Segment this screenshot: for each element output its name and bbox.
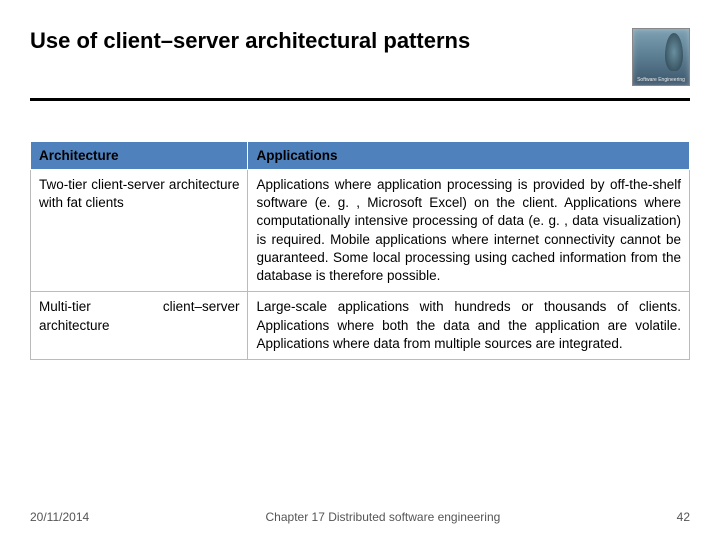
- logo-caption: Software Engineering: [635, 77, 687, 83]
- slide-title: Use of client–server architectural patte…: [30, 28, 470, 54]
- gherkin-icon: [665, 33, 683, 71]
- table-row: Multi-tier client–server architecture La…: [31, 292, 690, 360]
- apps-cell: Large-scale applications with hundreds o…: [248, 292, 690, 360]
- col-architecture: Architecture: [31, 142, 248, 170]
- architecture-table: Architecture Applications Two-tier clien…: [30, 141, 690, 360]
- table-header-row: Architecture Applications: [31, 142, 690, 170]
- footer-page: 42: [677, 510, 690, 524]
- title-rule: [30, 98, 690, 101]
- arch-cell: Two-tier client-server architecture with…: [31, 170, 248, 292]
- footer: 20/11/2014 Chapter 17 Distributed softwa…: [30, 510, 690, 524]
- footer-date: 20/11/2014: [30, 510, 89, 524]
- table-row: Two-tier client-server architecture with…: [31, 170, 690, 292]
- header: Use of client–server architectural patte…: [30, 28, 690, 86]
- arch-cell: Multi-tier client–server architecture: [31, 292, 248, 360]
- col-applications: Applications: [248, 142, 690, 170]
- book-logo: Software Engineering: [632, 28, 690, 86]
- apps-cell: Applications where application processin…: [248, 170, 690, 292]
- slide: Use of client–server architectural patte…: [0, 0, 720, 540]
- footer-chapter: Chapter 17 Distributed software engineer…: [89, 510, 676, 524]
